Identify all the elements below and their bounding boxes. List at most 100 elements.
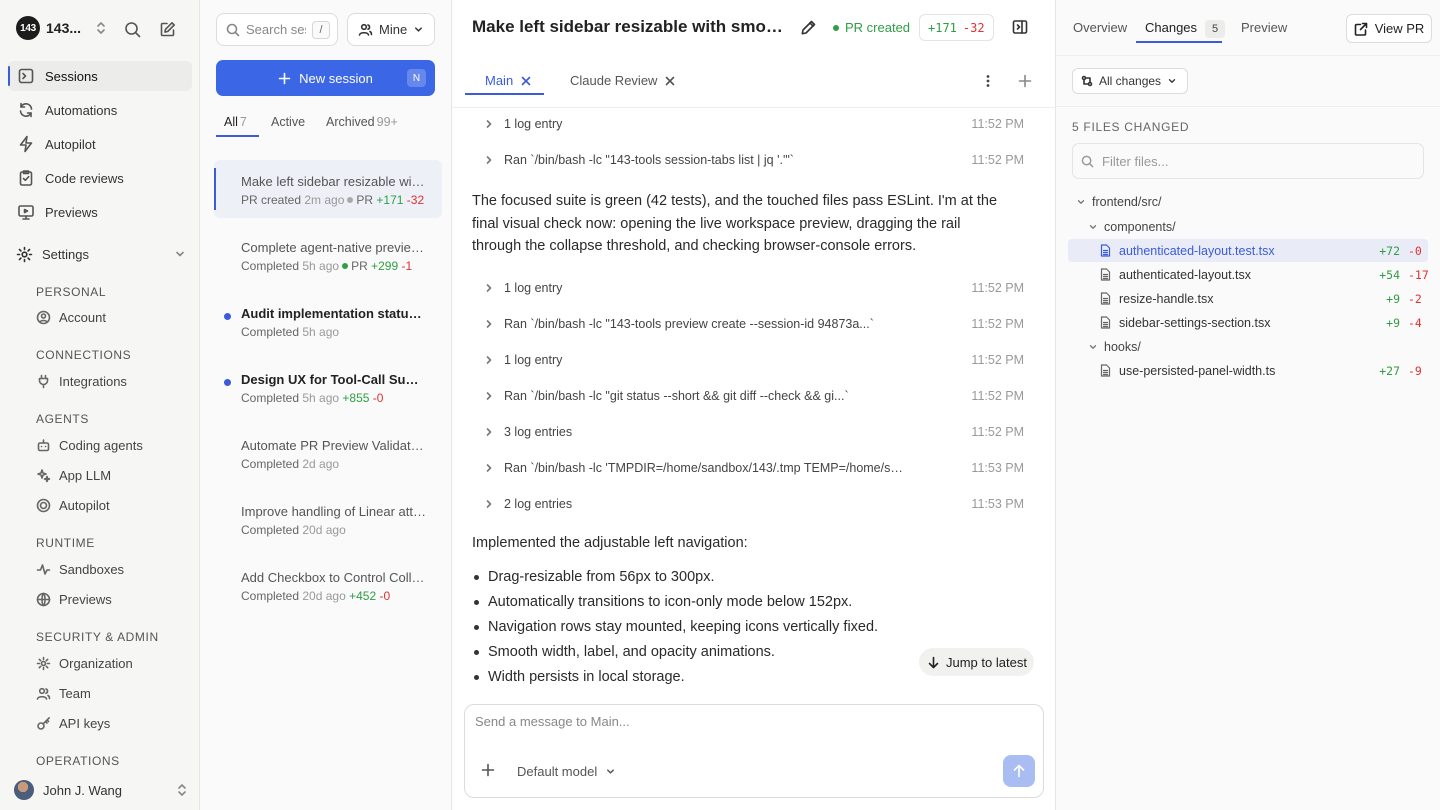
- filter-files-placeholder: Filter files...: [1102, 153, 1169, 169]
- tab-preview[interactable]: Preview: [1241, 20, 1287, 35]
- log-time: 11:53 PM: [971, 461, 1024, 475]
- list-item: Smooth width, label, and opacity animati…: [472, 640, 878, 665]
- tab-claude-review[interactable]: Claude Review: [570, 73, 675, 88]
- session-item[interactable]: Add Checkbox to Control Collapse Complet…: [214, 556, 442, 614]
- file-icon: [1100, 292, 1111, 305]
- log-entry[interactable]: Ran `/bin/bash -lc "git status --short &…: [484, 386, 1024, 406]
- log-entry[interactable]: 3 log entries 11:52 PM: [484, 422, 1024, 442]
- search-icon[interactable]: [124, 21, 141, 38]
- session-item[interactable]: Audit implementation status and gaps Com…: [214, 292, 442, 350]
- log-entry[interactable]: 1 log entry 11:52 PM: [484, 350, 1024, 370]
- app-sidebar: 143 143... Sessions Automations Autopilo…: [0, 0, 200, 810]
- session-additions: +171: [376, 193, 404, 207]
- settings-app-llm[interactable]: App LLM: [36, 468, 111, 483]
- tree-folder-root[interactable]: frontend/src/: [1076, 191, 1161, 213]
- file-name: sidebar-settings-section.tsx: [1119, 315, 1271, 330]
- jump-to-latest-button[interactable]: Jump to latest: [919, 648, 1034, 676]
- send-button[interactable]: [1003, 755, 1035, 787]
- status-dot: [342, 263, 349, 270]
- settings-api-keys[interactable]: API keys: [36, 716, 110, 731]
- model-selector[interactable]: Default model: [517, 764, 616, 779]
- folder-label: components/: [1104, 220, 1176, 234]
- session-item[interactable]: Complete agent-native preview flow Compl…: [214, 226, 442, 284]
- close-icon[interactable]: [521, 76, 531, 86]
- user-menu[interactable]: John J. Wang: [14, 780, 188, 800]
- owner-filter-dropdown[interactable]: Mine: [347, 13, 435, 46]
- file-deletions: -4: [1408, 315, 1422, 330]
- search-icon: [1081, 155, 1094, 168]
- log-entry[interactable]: 1 log entry 11:52 PM: [484, 114, 1024, 134]
- more-vertical-icon[interactable]: [980, 73, 996, 89]
- session-time: 2d ago: [302, 457, 340, 471]
- log-entry[interactable]: 1 log entry 11:52 PM: [484, 278, 1024, 298]
- tree-file[interactable]: use-persisted-panel-width.ts +27 -9: [1068, 359, 1428, 382]
- tab-overview-label: Overview: [1073, 20, 1128, 35]
- file-icon: [1100, 268, 1111, 281]
- settings-account[interactable]: Account: [36, 310, 106, 325]
- message-input[interactable]: Send a message to Main...: [475, 714, 630, 729]
- session-item[interactable]: Improve handling of Linear attachments C…: [214, 490, 442, 548]
- pencil-icon[interactable]: [800, 19, 817, 36]
- user-name: John J. Wang: [43, 782, 123, 798]
- autopilot-icon: [17, 135, 35, 153]
- tree-file[interactable]: authenticated-layout.tsx +54 -17: [1068, 263, 1429, 286]
- settings-autopilot[interactable]: Autopilot: [36, 498, 110, 513]
- attach-icon[interactable]: [481, 763, 495, 777]
- tree-file[interactable]: authenticated-layout.test.tsx +72 -0: [1068, 239, 1428, 262]
- settings-previews[interactable]: Previews: [36, 592, 112, 607]
- chevron-down-icon: [1076, 197, 1086, 207]
- settings-organization-label: Organization: [59, 656, 133, 671]
- log-time: 11:52 PM: [971, 117, 1024, 131]
- settings-coding-agents[interactable]: Coding agents: [36, 438, 143, 453]
- add-tab-icon[interactable]: [1018, 74, 1032, 88]
- session-deletions: -0: [379, 589, 391, 603]
- settings-sandboxes[interactable]: Sandboxes: [36, 562, 124, 577]
- tree-folder-hooks[interactable]: hooks/: [1088, 336, 1141, 358]
- file-additions: +9: [1386, 315, 1400, 330]
- session-item[interactable]: Make left sidebar resizable with smooth …: [214, 160, 442, 218]
- tab-changes[interactable]: Changes 5: [1145, 20, 1226, 38]
- nav-previews[interactable]: Previews: [8, 197, 192, 227]
- tab-all[interactable]: All 7: [224, 115, 247, 129]
- tree-folder-components[interactable]: components/: [1088, 216, 1176, 238]
- close-icon[interactable]: [665, 76, 675, 86]
- tree-file[interactable]: resize-handle.tsx +9 -2: [1068, 287, 1428, 310]
- search-input[interactable]: Search sessions: [246, 22, 306, 37]
- new-session-button[interactable]: New session N: [216, 60, 435, 96]
- log-entry[interactable]: 2 log entries 11:53 PM: [484, 494, 1024, 514]
- chevron-right-icon: [484, 355, 494, 365]
- tab-active[interactable]: Active: [271, 115, 305, 129]
- log-entry[interactable]: Ran `/bin/bash -lc "143-tools preview cr…: [484, 314, 1024, 334]
- settings-team[interactable]: Team: [36, 686, 91, 701]
- summary-heading: Implemented the adjustable left navigati…: [472, 535, 748, 551]
- session-item[interactable]: Automate PR Preview Validation Completed…: [214, 424, 442, 482]
- log-time: 11:52 PM: [971, 317, 1024, 331]
- new-session-label: New session: [299, 70, 373, 86]
- log-entry[interactable]: Ran `/bin/bash -lc "143-tools session-ta…: [484, 150, 1024, 170]
- tab-main[interactable]: Main: [485, 73, 531, 88]
- compose-icon[interactable]: [159, 21, 176, 38]
- session-title: Add Checkbox to Control Collapse: [241, 570, 426, 585]
- settings-organization[interactable]: Organization: [36, 656, 133, 671]
- nav-autopilot[interactable]: Autopilot: [8, 129, 192, 159]
- avatar: [14, 780, 34, 800]
- session-item[interactable]: Design UX for Tool-Call Summaries Comple…: [214, 358, 442, 416]
- filter-files-input[interactable]: Filter files...: [1072, 143, 1424, 179]
- code-reviews-icon: [17, 169, 35, 187]
- diff-additions: +171: [928, 20, 957, 35]
- settings-toggle[interactable]: Settings: [16, 243, 186, 265]
- nav-code-reviews[interactable]: Code reviews: [8, 163, 192, 193]
- session-time: 2m ago: [304, 193, 345, 207]
- session-search[interactable]: Search sessions /: [216, 13, 338, 46]
- log-entry[interactable]: Ran `/bin/bash -lc 'TMPDIR=/home/sandbox…: [484, 458, 1024, 478]
- settings-integrations[interactable]: Integrations: [36, 374, 127, 389]
- changes-scope-dropdown[interactable]: All changes: [1072, 68, 1189, 94]
- tab-overview[interactable]: Overview: [1073, 20, 1127, 35]
- tab-archived[interactable]: Archived 99+: [326, 115, 398, 129]
- nav-automations[interactable]: Automations: [8, 95, 192, 125]
- panel-toggle-icon[interactable]: [1012, 19, 1028, 35]
- workspace-switcher[interactable]: 143 143...: [16, 16, 107, 40]
- tree-file[interactable]: sidebar-settings-section.tsx +9 -4: [1068, 311, 1428, 334]
- view-pr-button[interactable]: View PR: [1346, 14, 1432, 43]
- nav-sessions[interactable]: Sessions: [8, 61, 192, 91]
